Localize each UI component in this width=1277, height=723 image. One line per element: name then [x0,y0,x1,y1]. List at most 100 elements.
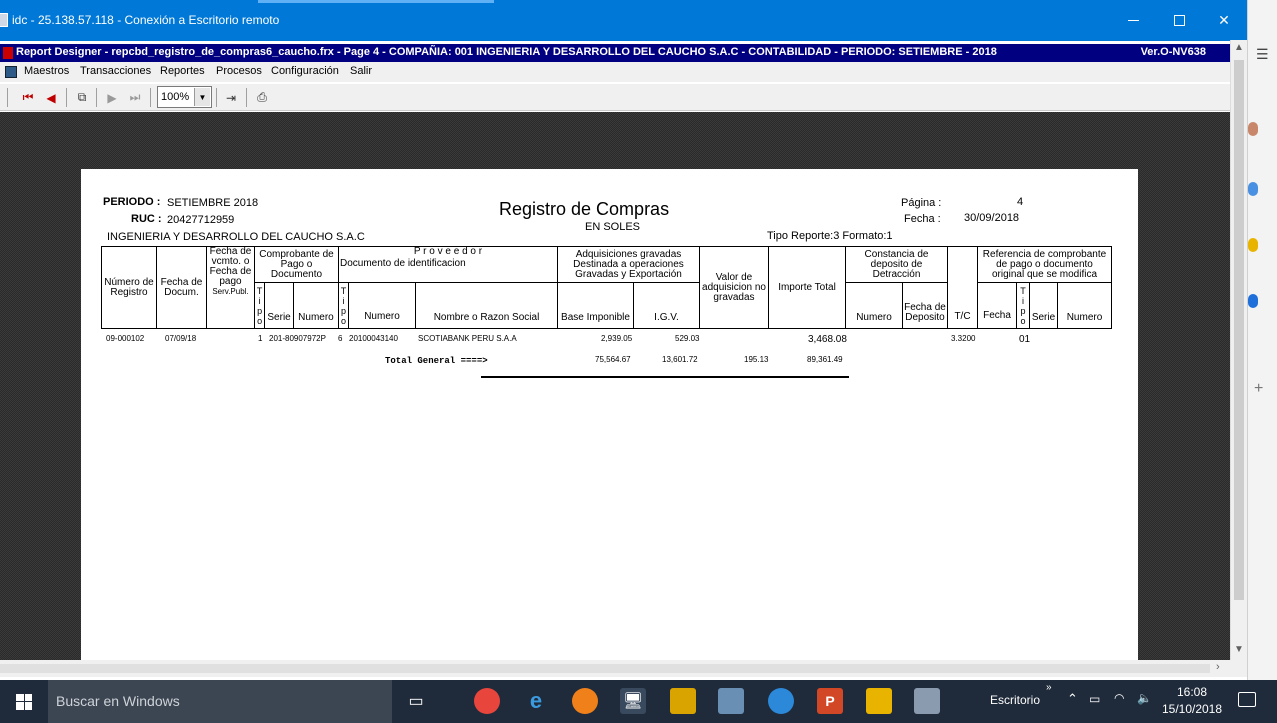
row-importe: 3,468.08 [808,334,847,345]
menu-maestros[interactable]: Maestros [24,65,69,77]
report-page: PERIODO : SETIEMBRE 2018 RUC : 204277129… [81,169,1138,660]
folder-icon[interactable] [866,688,892,714]
doc-ident-label: Documento de identificacion [340,258,466,269]
total-underline [481,376,849,378]
col-doc-tipo: Tipo [338,282,349,329]
chrome-icon[interactable] [474,688,500,714]
company-name: INGENIERIA Y DESARROLLO DEL CAUCHO S.A.C [107,231,365,243]
row-tipo: 1 [258,334,263,343]
zoom-select[interactable]: 100% ▼ [157,86,212,108]
chevron-up-icon[interactable]: ⌃ [1067,691,1078,723]
col-comprobante: Comprobante de Pago o Documento [254,246,339,283]
task-view-icon[interactable]: ▭ [403,688,429,714]
app-icon [1248,238,1258,252]
periodo-value: SETIEMBRE 2018 [167,197,259,209]
total-valor: 195.13 [744,355,769,364]
row-doc-tipo: 6 [338,334,343,343]
remote-desktop-icon[interactable]: 🖥 [620,688,646,714]
menu-configuracion[interactable]: Configuración [271,65,339,77]
row-ref-tipo: 01 [1019,334,1031,345]
menu-procesos[interactable]: Procesos [216,65,262,77]
col-importe: Importe Total [768,246,846,329]
scroll-thumb[interactable] [1234,60,1244,600]
minimize-icon [1127,20,1139,21]
row-serie-numero: 201-80907972P [269,334,326,343]
col-ref-serie: Serie [1029,282,1058,329]
edge-icon[interactable]: e [523,688,549,714]
fecha-vcmto-label: Fecha de vcmto. o Fecha de pago [209,246,252,287]
wifi-icon[interactable]: ◠ [1114,691,1124,723]
col-proveedor: P r o v e e d o r Documento de identific… [338,246,558,283]
last-page-icon[interactable]: ⏭ [124,87,146,108]
app-menu-icon[interactable] [5,66,17,78]
app-title-bar: Report Designer - repcbd_registro_de_com… [0,44,1230,62]
col-fecha-vcmto: Fecha de vcmto. o Fecha de pago Serv.Pub… [206,246,255,329]
search-box[interactable]: Buscar en Windows [48,680,392,723]
taskbar: Buscar en Windows ▭ e 🖥 P Escritorio » ⌃… [0,680,1277,723]
col-fecha-deposito: Fecha de Deposito [902,282,948,329]
app-icon[interactable] [768,688,794,714]
chevron-right-icon[interactable]: » [1046,682,1052,723]
col-tipo: Tipo [253,282,266,329]
menu-salir[interactable]: Salir [350,65,372,77]
prev-page-icon[interactable]: ◀ [40,87,62,108]
col-constancia: Constancia de deposito de Detracción [845,246,948,283]
app-version: Ver.O-NV638 [1140,46,1206,58]
proveedor-label: P r o v e e d o r [413,246,483,257]
toolbar-separator [7,88,8,107]
col-serie: Serie [264,282,294,329]
clock[interactable]: 16:08 15/10/2018 [1160,684,1224,718]
total-importe: 89,361.49 [807,355,843,364]
ruc-value: 20427712959 [167,214,235,226]
col-adquisiciones: Adquisiciones gravadas Destinada a opera… [557,246,700,283]
desktop-label[interactable]: Escritorio [990,693,1040,723]
vertical-scrollbar[interactable]: ▲ ▼ [1230,40,1247,660]
time: 16:08 [1176,685,1208,699]
maximize-button[interactable] [1156,0,1202,41]
report-header-table: Número de Registro Fecha de Docum. Fecha… [101,246,1112,329]
battery-icon[interactable]: ▭ [1089,692,1100,723]
first-page-icon[interactable]: ⏮ [17,87,39,108]
row-base: 2,939.05 [601,334,633,343]
maximize-icon [1173,15,1185,26]
close-button[interactable]: ✕ [1201,0,1247,41]
image-icon[interactable] [718,688,744,714]
notification-icon[interactable] [1238,692,1256,707]
copy-icon[interactable]: ⧉ [71,87,93,108]
col-fecha-docum: Fecha de Docum. [156,246,207,329]
windows-logo-icon [16,693,32,710]
export-icon[interactable]: ⇥ [220,87,242,108]
chevron-up-icon[interactable]: ▲ [1234,42,1244,53]
chevron-down-icon[interactable]: ▼ [1234,644,1244,655]
print-icon[interactable]: ⎙ [251,87,273,108]
window-title: idc - 25.138.57.118 - Conexión a Escrito… [12,13,280,27]
pagina-value: 4 [1017,196,1024,208]
report-designer-icon [3,47,13,59]
horizontal-scrollbar[interactable]: › [0,660,1247,677]
toolbar-separator [150,88,151,107]
powerpoint-icon[interactable]: P [817,688,843,714]
start-button[interactable] [0,680,48,723]
background-app-strip: ☰ + [1247,0,1277,680]
title-accent [258,0,494,3]
next-page-icon[interactable]: ▶ [101,87,123,108]
report-viewport: PERIODO : SETIEMBRE 2018 RUC : 204277129… [0,112,1230,660]
scroll-thumb[interactable] [0,664,1210,673]
col-doc-numero: Numero [348,282,416,329]
menu-transacciones[interactable]: Transacciones [80,65,151,77]
plus-icon: + [1254,380,1264,397]
tools-icon[interactable] [670,688,696,714]
app-title: Report Designer - repcbd_registro_de_com… [16,46,997,58]
paint-icon[interactable] [914,688,940,714]
menu-reportes[interactable]: Reportes [160,65,205,77]
total-base: 75,564.67 [595,355,631,364]
chevron-down-icon[interactable]: ▼ [194,88,210,106]
col-constancia-numero: Numero [845,282,903,329]
firefox-icon[interactable] [572,688,598,714]
col-referencia: Referencia de comprobante de pago o docu… [977,246,1112,283]
volume-icon[interactable]: 🔈 [1137,691,1152,723]
app-icon [1248,182,1258,196]
minimize-button[interactable] [1110,0,1156,41]
chevron-right-icon[interactable]: › [1216,661,1220,673]
edit-icon [1248,294,1258,308]
